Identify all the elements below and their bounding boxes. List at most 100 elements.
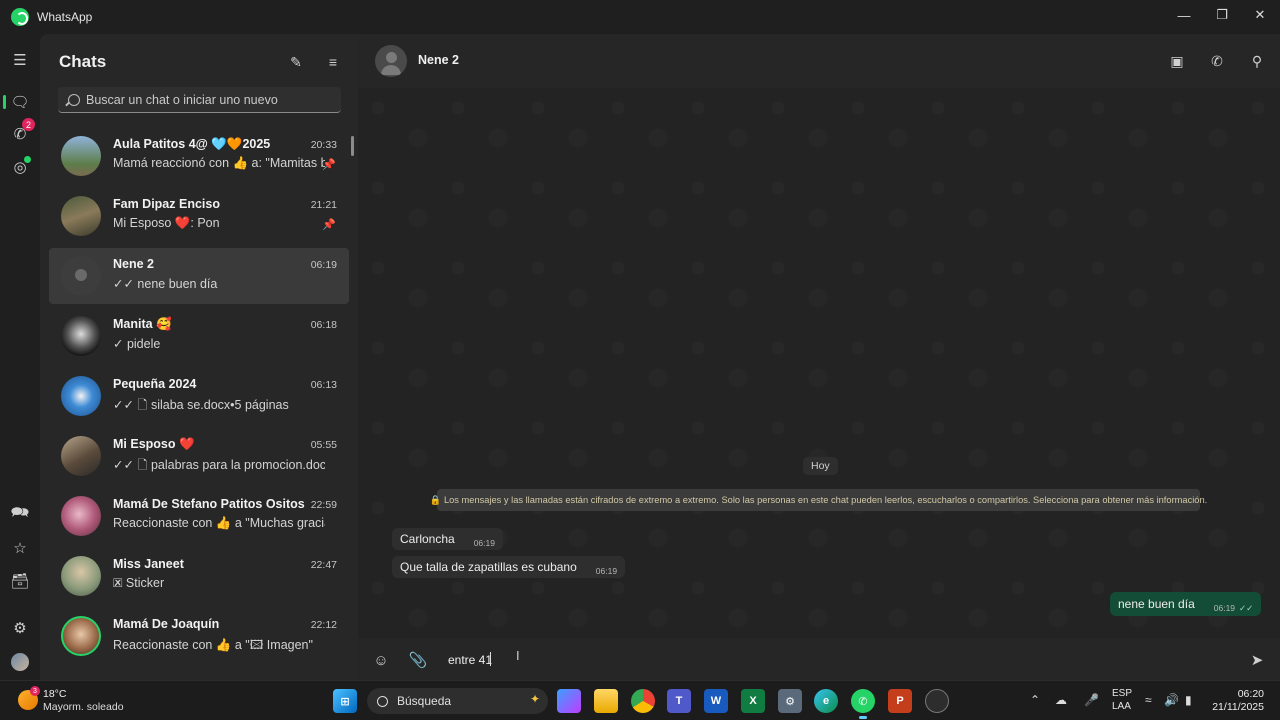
chat-name: Manita 🥰 — [113, 317, 172, 331]
word-icon[interactable]: W — [704, 689, 728, 713]
chat-time: 22:12 — [310, 619, 337, 631]
chat-search-input[interactable]: Buscar un chat o iniciar uno nuevo — [58, 87, 341, 113]
chat-time: 21:21 — [310, 199, 337, 211]
taskbar-search-label: Búsqueda — [397, 694, 452, 708]
chats-nav-icon[interactable]: 🗨 — [3, 90, 32, 114]
app-icon[interactable] — [925, 689, 949, 713]
avatar — [61, 556, 101, 596]
chat-time: 06:19 — [310, 259, 337, 271]
chat-item-nene-2[interactable]: Nene 2 06:19 ✓✓ nene buen día — [49, 248, 349, 304]
message-bubble-in[interactable]: Que talla de zapatillas es cubano 06:19 — [392, 556, 626, 578]
mouse-ibeam-cursor: I — [516, 648, 520, 663]
chat-item-mama-de-joaquin[interactable]: Mamá De Joaquín 22:12 Reaccionaste con 👍… — [49, 608, 349, 664]
message-composer: ☺ 📎 entre 41 I ➤ — [358, 638, 1280, 680]
microphone-icon[interactable]: 🎤 — [1084, 693, 1099, 707]
contact-name[interactable]: Nene 2 — [418, 53, 459, 67]
chat-time: 20:33 — [310, 139, 337, 151]
window-title: WhatsApp — [37, 10, 93, 24]
message-time: 06:19 — [473, 538, 495, 548]
avatar — [61, 316, 101, 356]
taskbar-date[interactable]: 21/11/2025 — [1212, 701, 1264, 713]
filter-icon[interactable]: ≡ — [321, 50, 345, 74]
emoji-icon[interactable]: ☺ — [369, 648, 393, 672]
nav-rail: ☰ 🗨 ✆ 2 ◎ 🗪 ☆ 🗃 ⚙ — [0, 34, 40, 680]
volume-icon[interactable]: 🔊 — [1164, 693, 1179, 707]
avatar — [61, 136, 101, 176]
file-explorer-icon[interactable] — [594, 689, 618, 713]
chat-name: Aula Patitos 4@ 🩵🧡2025 — [113, 137, 271, 151]
archived-nav-icon[interactable]: 🗃 — [8, 569, 32, 593]
settings-app-icon[interactable]: ⚙ — [778, 689, 802, 713]
conversation-header: Nene 2 ▣ ✆ ⚲ — [358, 34, 1280, 88]
pin-icon: 📌 — [322, 219, 336, 231]
search-in-chat-icon[interactable]: ⚲ — [1245, 49, 1269, 73]
language-indicator[interactable]: ESP — [1112, 688, 1132, 699]
chat-time: 22:59 — [310, 499, 337, 511]
message-time: 06:19 — [1213, 603, 1236, 613]
chat-preview: Mamá reaccionó con 👍 a: "Mamitas b... — [113, 156, 325, 170]
status-nav-icon[interactable]: ◎ — [8, 155, 32, 179]
chat-list-scrollbar[interactable] — [351, 136, 354, 156]
chat-item-mama-de-stefano[interactable]: Mamá De Stefano Patitos Ositos 22:59 Rea… — [49, 488, 349, 544]
chat-time: 05:55 — [310, 439, 337, 451]
chat-item-fam-dipaz-enciso[interactable]: Fam Dipaz Enciso 21:21 Mi Esposo ❤️: Pon… — [49, 188, 349, 244]
edge-icon[interactable]: e — [814, 689, 838, 713]
chat-item-miss-janeet[interactable]: Miss Janeet 22:47 🗷 Sticker — [49, 548, 349, 604]
message-bubble-in[interactable]: Carloncha 06:19 — [392, 528, 503, 550]
chat-item-manita[interactable]: Manita 🥰 06:18 ✓ pidele — [49, 308, 349, 364]
new-chat-icon[interactable]: ✎ — [284, 50, 308, 74]
weather-badge: 3 — [30, 686, 40, 696]
text-caret — [490, 652, 491, 666]
video-call-icon[interactable]: ▣ — [1165, 49, 1189, 73]
attach-icon[interactable]: 📎 — [406, 648, 430, 672]
chat-item-aula-patitos[interactable]: Aula Patitos 4@ 🩵🧡2025 20:33 Mamá reacci… — [49, 128, 349, 184]
start-button-icon[interactable]: ⊞ — [333, 689, 357, 713]
weather-temperature[interactable]: 18°C — [43, 688, 66, 700]
weather-description[interactable]: Mayorm. soleado — [43, 701, 124, 713]
battery-icon[interactable]: ▮ — [1185, 693, 1192, 707]
settings-gear-icon[interactable]: ⚙ — [8, 616, 32, 640]
teams-icon[interactable]: T — [667, 689, 691, 713]
search-icon — [68, 93, 80, 106]
voice-call-icon[interactable]: ✆ — [1205, 49, 1229, 73]
chat-preview: Reaccionaste con 👍 a "🖾 Imagen" — [113, 638, 313, 652]
whatsapp-taskbar-icon[interactable]: ✆ — [851, 689, 875, 719]
message-text: Que talla de zapatillas es cubano — [400, 560, 577, 574]
close-button[interactable]: ✕ — [1241, 0, 1279, 30]
message-time: 06:19 — [595, 566, 618, 576]
menu-icon[interactable]: ☰ — [8, 48, 32, 72]
send-icon[interactable]: ➤ — [1245, 648, 1269, 672]
avatar — [61, 376, 101, 416]
starred-nav-icon[interactable]: ☆ — [8, 536, 32, 560]
calls-badge: 2 — [22, 118, 35, 131]
message-input[interactable]: entre 41 — [448, 653, 492, 667]
chat-preview: ✓✓ nene buen día — [113, 277, 218, 291]
read-receipt-icon: ✓✓ — [1239, 602, 1254, 613]
wifi-icon[interactable]: ≈ — [1145, 693, 1152, 707]
chat-name: Pequeña 2024 — [113, 377, 197, 391]
powerpoint-icon[interactable]: P — [888, 689, 912, 713]
conversation-pane: Nene 2 ▣ ✆ ⚲ Hoy 🔒 Los mensajes y las ll… — [358, 34, 1280, 680]
contact-avatar[interactable] — [375, 45, 407, 77]
show-hidden-icons-chevron-icon[interactable]: ⌃ — [1030, 693, 1040, 707]
keyboard-layout-indicator[interactable]: LAA — [1112, 701, 1131, 712]
taskbar-time[interactable]: 06:20 — [1238, 688, 1264, 700]
chat-item-mi-esposo[interactable]: Mi Esposo ❤️ 05:55 ✓✓ 🗋 palabras para la… — [49, 428, 349, 484]
channels-nav-icon[interactable]: 🗪 — [8, 502, 32, 526]
search-placeholder: Buscar un chat o iniciar uno nuevo — [86, 92, 278, 107]
chrome-icon[interactable] — [631, 689, 655, 713]
chat-preview: ✓✓ 🗋 palabras para la promocion.docx — [113, 458, 325, 472]
search-icon — [377, 695, 388, 707]
excel-icon[interactable]: X — [741, 689, 765, 713]
calls-nav-icon[interactable]: ✆ 2 — [8, 118, 35, 146]
message-bubble-out[interactable]: nene buen día 06:19 ✓✓ — [1110, 592, 1262, 616]
whatsapp-logo-icon — [11, 8, 29, 26]
taskbar-search[interactable]: Búsqueda ✦ — [367, 688, 548, 714]
chat-item-pequena-2024[interactable]: Pequeña 2024 06:13 ✓✓ 🗋 silaba se.docx•5… — [49, 368, 349, 424]
encryption-notice[interactable]: 🔒 Los mensajes y las llamadas están cifr… — [430, 489, 1207, 511]
profile-avatar[interactable] — [8, 650, 32, 674]
maximize-button[interactable]: ❐ — [1203, 0, 1241, 30]
copilot-app-icon[interactable] — [557, 689, 581, 713]
onedrive-cloud-icon[interactable]: ☁ — [1055, 693, 1067, 707]
minimize-button[interactable]: — — [1165, 0, 1203, 30]
